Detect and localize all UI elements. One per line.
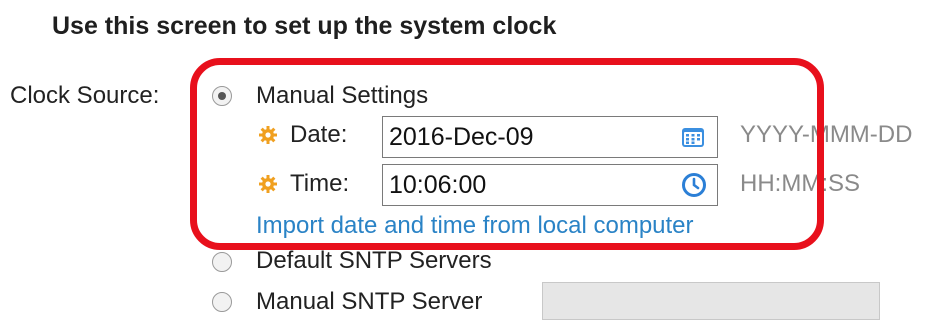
manual-settings-radio[interactable] [212, 86, 232, 106]
calendar-icon[interactable] [681, 126, 705, 148]
default-sntp-radio[interactable] [212, 252, 232, 272]
required-gear-icon [259, 175, 277, 193]
page-title: Use this screen to set up the system clo… [52, 12, 557, 40]
manual-sntp-radio[interactable] [212, 292, 232, 312]
time-input[interactable] [382, 164, 718, 206]
time-format-hint: HH:MM:SS [740, 170, 860, 197]
date-input[interactable] [382, 116, 718, 158]
import-local-time-link[interactable]: Import date and time from local computer [256, 212, 694, 240]
required-gear-icon [259, 126, 277, 144]
time-label: Time: [290, 170, 350, 197]
manual-sntp-server-input[interactable] [542, 282, 880, 320]
date-format-hint: YYYY-MMM-DD [740, 121, 913, 148]
date-label: Date: [290, 121, 348, 148]
clock-source-label: Clock Source: [10, 82, 160, 109]
default-sntp-label: Default SNTP Servers [256, 247, 492, 274]
manual-sntp-label: Manual SNTP Server [256, 288, 483, 315]
clock-icon[interactable] [681, 172, 707, 198]
manual-settings-label: Manual Settings [256, 82, 429, 109]
